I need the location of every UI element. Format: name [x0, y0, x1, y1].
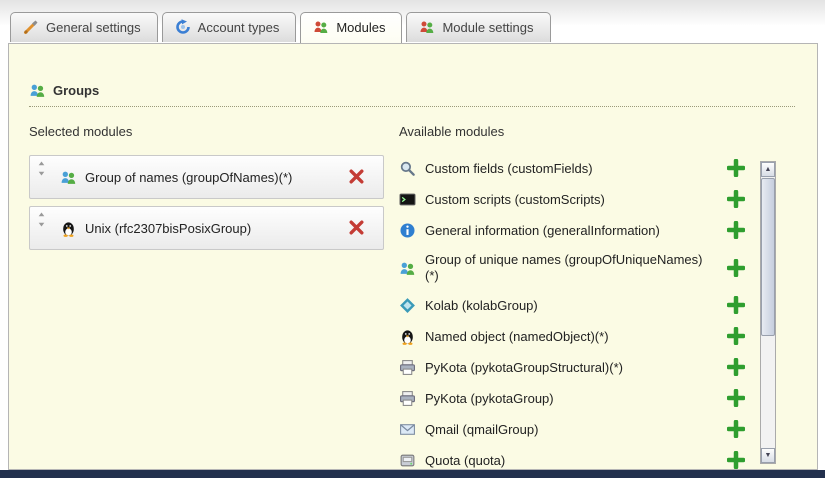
modules-icon	[419, 19, 435, 35]
section-title: Groups	[53, 83, 99, 98]
magnifier-icon	[399, 160, 416, 177]
tab-module-settings[interactable]: Module settings	[406, 12, 550, 42]
tools-icon	[23, 19, 39, 35]
add-module-button[interactable]	[726, 451, 745, 470]
section-header: Groups	[29, 82, 795, 107]
gears-icon	[175, 19, 191, 35]
selected-module-group-of-names[interactable]: Group of names (groupOfNames)(*)	[29, 155, 384, 199]
tux-icon	[60, 220, 77, 237]
available-module-pykota: PyKota (pykotaGroup)	[399, 383, 751, 414]
printer-icon	[399, 390, 416, 407]
available-module-label: Quota (quota)	[425, 453, 505, 469]
add-icon	[727, 358, 745, 376]
drag-handle-icon[interactable]	[37, 212, 46, 227]
group-people-icon	[60, 169, 77, 186]
drag-handle-icon[interactable]	[37, 161, 46, 176]
tab-bar: General settings Account types Modules	[10, 12, 551, 42]
tab-account-types[interactable]: Account types	[162, 12, 297, 42]
available-modules-scrollbar[interactable]: ▲ ▼	[760, 161, 776, 464]
available-module-general-information: General information (generalInformation)	[399, 215, 751, 246]
tab-general-settings[interactable]: General settings	[10, 12, 158, 42]
scrollbar-thumb[interactable]	[761, 178, 775, 336]
modules-icon	[313, 19, 329, 35]
add-icon	[727, 389, 745, 407]
available-module-qmail: Qmail (qmailGroup)	[399, 414, 751, 445]
add-icon	[727, 221, 745, 239]
terminal-icon	[399, 191, 416, 208]
mail-icon	[399, 421, 416, 438]
tab-modules[interactable]: Modules	[300, 12, 402, 43]
groups-icon	[29, 82, 46, 99]
add-module-button[interactable]	[726, 327, 745, 346]
add-module-button[interactable]	[726, 420, 745, 439]
add-module-button[interactable]	[726, 259, 745, 278]
available-module-label: General information (generalInformation)	[425, 223, 660, 239]
available-module-label: Custom fields (customFields)	[425, 161, 593, 177]
add-icon	[727, 296, 745, 314]
selected-module-label: Unix (rfc2307bisPosixGroup)	[85, 221, 347, 236]
footer-bar	[0, 470, 825, 478]
add-icon	[727, 190, 745, 208]
add-module-button[interactable]	[726, 221, 745, 240]
tab-label: General settings	[46, 20, 141, 35]
available-module-label: Named object (namedObject)(*)	[425, 329, 609, 345]
available-module-label: Qmail (qmailGroup)	[425, 422, 538, 438]
available-module-label: Group of unique names (groupOfUniqueName…	[425, 252, 705, 284]
tab-label: Account types	[198, 20, 280, 35]
page: General settings Account types Modules	[0, 0, 825, 478]
delete-icon	[348, 168, 365, 185]
tab-label: Modules	[336, 20, 385, 35]
available-module-pykota-structural: PyKota (pykotaGroupStructural)(*)	[399, 352, 751, 383]
group-people-icon	[399, 260, 416, 277]
tux-icon	[399, 328, 416, 345]
add-module-button[interactable]	[726, 159, 745, 178]
available-module-label: Kolab (kolabGroup)	[425, 298, 538, 314]
kolab-icon	[399, 297, 416, 314]
selected-modules-heading: Selected modules	[29, 124, 384, 139]
remove-module-button[interactable]	[347, 168, 365, 186]
available-modules-column: Available modules Custom fields (customF…	[399, 124, 751, 476]
modules-panel: Groups Selected modules Group of names (…	[8, 43, 818, 470]
available-module-custom-scripts: Custom scripts (customScripts)	[399, 184, 751, 215]
available-module-kolab: Kolab (kolabGroup)	[399, 290, 751, 321]
tab-label: Module settings	[442, 20, 533, 35]
add-icon	[727, 159, 745, 177]
printer-icon	[399, 359, 416, 376]
selected-module-unix[interactable]: Unix (rfc2307bisPosixGroup)	[29, 206, 384, 250]
delete-icon	[348, 219, 365, 236]
available-module-label: PyKota (pykotaGroup)	[425, 391, 554, 407]
add-module-button[interactable]	[726, 389, 745, 408]
add-icon	[727, 259, 745, 277]
available-module-group-of-unique-names: Group of unique names (groupOfUniqueName…	[399, 246, 751, 290]
disk-icon	[399, 452, 416, 469]
scroll-down-button[interactable]: ▼	[761, 448, 775, 463]
available-module-named-object: Named object (namedObject)(*)	[399, 321, 751, 352]
add-icon	[727, 420, 745, 438]
selected-modules-column: Selected modules Group of names (groupOf…	[29, 124, 384, 257]
available-module-custom-fields: Custom fields (customFields)	[399, 153, 751, 184]
available-module-label: Custom scripts (customScripts)	[425, 192, 605, 208]
add-icon	[727, 451, 745, 469]
remove-module-button[interactable]	[347, 219, 365, 237]
add-module-button[interactable]	[726, 296, 745, 315]
add-icon	[727, 327, 745, 345]
add-module-button[interactable]	[726, 358, 745, 377]
scroll-up-icon: ▲	[765, 166, 772, 173]
add-module-button[interactable]	[726, 190, 745, 209]
available-modules-heading: Available modules	[399, 124, 751, 139]
available-module-label: PyKota (pykotaGroupStructural)(*)	[425, 360, 623, 376]
info-icon	[399, 222, 416, 239]
selected-module-label: Group of names (groupOfNames)(*)	[85, 170, 347, 185]
scroll-down-icon: ▼	[765, 452, 772, 459]
scroll-up-button[interactable]: ▲	[761, 162, 775, 177]
